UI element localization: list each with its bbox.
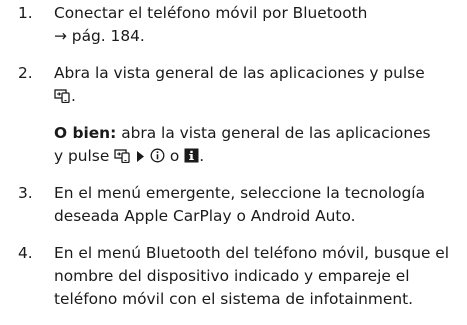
info-circle-icon	[150, 148, 165, 163]
step-text: Conectar el teléfono móvil por Bluetooth…	[54, 2, 463, 48]
step-4: 4. En el menú Bluetooth del teléfono móv…	[0, 242, 467, 311]
step-1-text: Conectar el teléfono móvil por Bluetooth	[54, 4, 368, 22]
step-number: 3.	[18, 184, 33, 202]
step-number: 1.	[18, 4, 33, 22]
step-4-text: En el menú Bluetooth del teléfono móvil,…	[54, 244, 450, 308]
step-3-text: En el menú emergente, seleccione la tecn…	[54, 184, 426, 225]
instruction-list: 1. Conectar el teléfono móvil por Blueto…	[0, 2, 467, 311]
step-2-text: Abra la vista general de las aplicacione…	[54, 64, 425, 82]
alternative-end: .	[199, 147, 205, 165]
page-reference-arrow-icon: →	[54, 27, 67, 45]
step-1: 1. Conectar el teléfono móvil por Blueto…	[0, 2, 467, 48]
phone-app-icon	[54, 88, 71, 103]
step-2-end: .	[71, 87, 76, 105]
triangle-right-icon	[136, 150, 145, 163]
step-2: 2. Abra la vista general de las aplicaci…	[0, 62, 467, 168]
alternative-text-cont: y pulse	[54, 147, 115, 165]
step-number: 2.	[18, 64, 33, 82]
page-reference[interactable]: pág. 184.	[67, 27, 145, 45]
alternative-text: abra la vista general de las aplicacione…	[116, 124, 431, 142]
alternative-label: O bien:	[54, 124, 117, 142]
alternative-instruction: O bien: abra la vista general de las apl…	[54, 122, 463, 168]
phone-app-icon	[114, 148, 131, 163]
info-square-icon	[184, 148, 199, 163]
step-3: 3. En el menú emergente, seleccione la t…	[0, 182, 467, 228]
alternative-conjunction: o	[165, 147, 185, 165]
step-number: 4.	[18, 244, 33, 262]
step-text: Abra la vista general de las aplicacione…	[54, 62, 463, 108]
